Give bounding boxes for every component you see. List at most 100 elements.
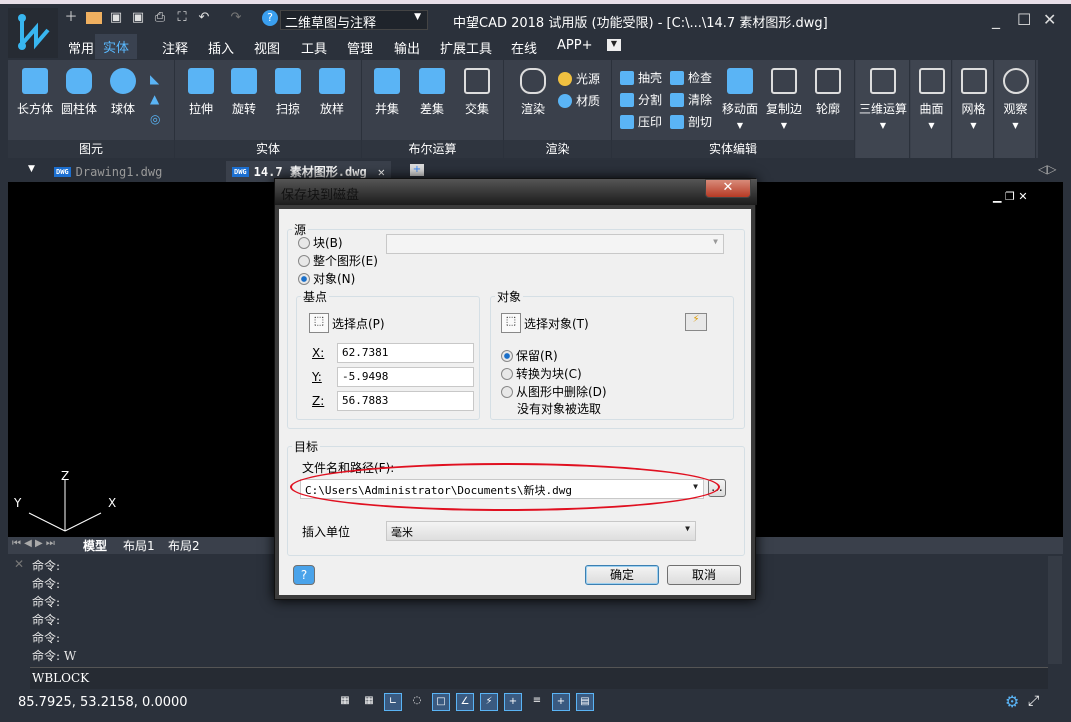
imprint-button[interactable]: 压印 [620,113,662,130]
save-icon[interactable]: ▣ [108,10,124,26]
layout-tab-1[interactable]: 布局1 [123,537,155,554]
close-tab-icon[interactable]: ✕ [378,165,385,179]
redo-icon[interactable]: ↷ [228,10,244,26]
save-as-icon[interactable]: ▣ [130,10,146,26]
snap-grid-icon[interactable]: ▦ [360,693,378,711]
y-input[interactable]: -5.9498 [337,367,474,387]
radio-convert[interactable]: 转换为块(C) [501,365,582,382]
scroll-tabs-icon[interactable]: ◁▷ [1038,162,1056,176]
otrack-icon[interactable]: ∠ [456,693,474,711]
3d-operations-button[interactable]: 三维运算▼ [856,60,910,158]
tab-list-icon[interactable]: ▼ [28,164,35,174]
tab-tools[interactable]: 工具 [301,38,327,57]
tab-extensions[interactable]: 扩展工具 [440,38,492,57]
block-select[interactable]: ▼ [386,234,724,254]
open-icon[interactable] [86,12,102,24]
help-icon[interactable]: ? [262,10,278,26]
zoom-extents-icon[interactable]: ⛶ [174,10,190,26]
sphere-button[interactable]: 球体 [102,68,144,117]
dynamic-input-icon[interactable]: + [504,693,522,711]
dialog-close-button[interactable]: ✕ [705,179,751,198]
lineweight-icon[interactable]: ≡ [528,693,546,711]
gear-icon[interactable]: ⚙ [1005,692,1019,711]
surface-button[interactable]: 曲面▼ [911,60,952,158]
render-button[interactable]: 渲染 [512,68,554,117]
cone-icon[interactable]: ▲ [150,92,159,106]
workspace-select[interactable]: 二维草图与注释▼ [280,10,428,30]
close-command-icon[interactable]: ✕ [14,557,24,571]
layout-nav-icons[interactable]: ⏮ ◀ ▶ ⏭ [12,538,55,549]
clean-button[interactable]: 清除 [670,91,712,108]
ribbon-toggle-icon[interactable]: ▼ [607,39,621,51]
ortho-icon[interactable]: ∟ [384,693,402,711]
radio-delete[interactable]: 从图形中删除(D) [501,383,607,400]
new-tab-icon[interactable]: + [410,164,424,176]
cylinder-button[interactable]: 圆柱体 [58,68,100,117]
dynamic-ucs-icon[interactable]: ⚡ [480,693,498,711]
cancel-button[interactable]: 取消 [667,565,741,585]
pick-point-button[interactable]: ⬚选择点(P) [309,313,385,333]
selection-cycle-icon[interactable]: + [552,693,570,711]
browse-button[interactable]: ... [708,479,726,497]
tab-view[interactable]: 视图 [254,38,280,57]
tab-online[interactable]: 在线 [511,38,537,57]
tab-common[interactable]: 常用 [68,38,94,57]
check-button[interactable]: 检查 [670,69,712,86]
grid-icon[interactable]: ▦ [336,693,354,711]
intersect-button[interactable]: 交集 [456,68,498,117]
revolve-button[interactable]: 旋转 [223,68,265,117]
tab-solid[interactable]: 实体 [95,34,137,59]
undo-icon[interactable]: ↶ [196,10,212,26]
slice-button[interactable]: 剖切 [670,113,712,130]
tab-insert[interactable]: 插入 [208,38,234,57]
new-icon[interactable]: ＋ [63,10,79,26]
profile-button[interactable]: 轮廓 [806,68,850,117]
union-button[interactable]: 并集 [366,68,408,117]
loft-button[interactable]: 放样 [311,68,353,117]
lights-button[interactable]: 光源 [558,70,600,87]
close-button[interactable]: ✕ [1043,10,1056,29]
command-input[interactable]: WBLOCK [30,667,1048,689]
fullscreen-icon[interactable]: ⤢ [1028,693,1039,709]
mesh-button[interactable]: 网格▼ [953,60,994,158]
z-input[interactable]: 56.7883 [337,391,474,411]
orbit-button[interactable]: 观察▼ [995,60,1036,158]
osnap-icon[interactable]: □ [432,693,450,711]
viewport-controls[interactable]: ▁ ❐ ✕ [993,190,1028,203]
ok-button[interactable]: 确定 [585,565,659,585]
radio-retain[interactable]: 保留(R) [501,347,558,364]
torus-icon[interactable]: ◎ [150,112,160,126]
radio-block[interactable]: 块(B) [298,234,343,251]
select-objects-button[interactable]: ⬚选择对象(T) [501,313,589,333]
wedge-icon[interactable]: ◣ [150,72,159,86]
polar-icon[interactable]: ◌ [408,693,426,711]
box-button[interactable]: 长方体 [14,68,56,117]
maximize-button[interactable]: ☐ [1017,10,1031,29]
radio-whole-drawing[interactable]: 整个图形(E) [298,252,378,269]
materials-button[interactable]: 材质 [558,92,600,109]
sweep-button[interactable]: 扫掠 [267,68,309,117]
tab-output[interactable]: 输出 [394,38,420,57]
command-scrollbar[interactable] [1048,556,1062,664]
x-input[interactable]: 62.7381 [337,343,474,363]
tab-manage[interactable]: 管理 [347,38,373,57]
minimize-button[interactable]: _ [992,10,1000,29]
move-faces-button[interactable]: 移动面▼ [718,68,762,130]
path-combobox[interactable]: C:\Users\Administrator\Documents\新块.dwg▼ [300,479,704,499]
subtract-button[interactable]: 差集 [411,68,453,117]
radio-objects[interactable]: 对象(N) [298,270,355,287]
tab-annotate[interactable]: 注释 [162,38,188,57]
quick-select-icon[interactable]: ⚡ [685,313,707,331]
separate-button[interactable]: 分割 [620,91,662,108]
units-select[interactable]: 毫米▼ [386,521,696,541]
extrude-button[interactable]: 拉伸 [180,68,222,117]
shell-button[interactable]: 抽壳 [620,69,662,86]
layout-tab-2[interactable]: 布局2 [168,537,200,554]
layout-tab-model[interactable]: 模型 [83,537,107,554]
app-logo[interactable] [8,8,58,58]
help-button[interactable]: ? [293,565,315,585]
doc-tab-drawing1[interactable]: DWGDrawing1.dwg [48,161,168,182]
properties-icon[interactable]: ▤ [576,693,594,711]
tab-app[interactable]: APP+ [557,38,592,53]
print-icon[interactable]: ⎙ [152,10,168,26]
